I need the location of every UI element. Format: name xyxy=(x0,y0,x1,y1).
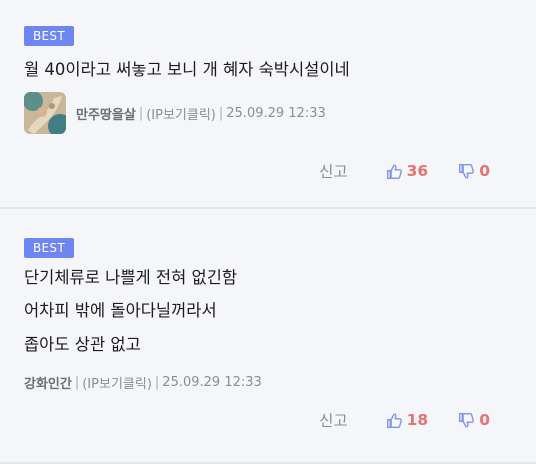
thumbs-down-icon xyxy=(459,163,475,179)
comment-item: BEST 단기체류로 나쁠게 전혀 없긴함 어차피 밖에 돌아다닐꺼라서 좁아도… xyxy=(0,209,536,464)
comment-date: 25.09.29 12:33 xyxy=(162,375,262,390)
user-avatar[interactable] xyxy=(24,92,66,134)
comment-meta: 강화인간 | (IP보기클릭) | 25.09.29 12:33 xyxy=(24,373,262,392)
comment-meta: 만주땅을살 | (IP보기클릭) | 25.09.29 12:33 xyxy=(24,92,326,134)
user-nickname[interactable]: 만주땅을살 xyxy=(76,104,136,123)
comment-actions: 신고 18 0 xyxy=(319,409,490,431)
meta-separator: | xyxy=(154,375,160,390)
ip-view-link[interactable]: (IP보기클릭) xyxy=(146,104,216,123)
thumbs-up-icon xyxy=(386,163,402,179)
user-nickname[interactable]: 강화인간 xyxy=(24,373,72,392)
thumbs-down-icon xyxy=(459,412,475,428)
best-badge: BEST xyxy=(24,238,74,258)
dislike-count: 0 xyxy=(479,162,490,180)
like-count: 36 xyxy=(406,162,429,180)
like-button[interactable]: 18 xyxy=(386,411,429,429)
comment-actions: 신고 36 0 xyxy=(319,160,490,182)
meta-separator: | xyxy=(218,105,224,121)
comment-date: 25.09.29 12:33 xyxy=(226,105,326,121)
dislike-button[interactable]: 0 xyxy=(458,162,490,180)
report-button[interactable]: 신고 xyxy=(319,409,348,431)
like-count: 18 xyxy=(406,411,429,429)
thumbs-up-icon xyxy=(386,412,402,428)
comment-item: BEST 월 40이라고 써놓고 보니 개 혜자 숙박시설이네 만주땅을살 | … xyxy=(0,0,536,207)
comment-text-line: 좁아도 상관 없고 xyxy=(24,335,141,354)
ip-view-link[interactable]: (IP보기클릭) xyxy=(82,373,152,392)
comment-text-line: 단기체류로 나쁠게 전혀 없긴함 xyxy=(24,268,238,287)
comment-text-line: 월 40이라고 써놓고 보니 개 혜자 숙박시설이네 xyxy=(24,60,350,79)
best-badge: BEST xyxy=(24,26,74,46)
comment-text-line: 어차피 밖에 돌아다닐꺼라서 xyxy=(24,301,217,320)
dislike-count: 0 xyxy=(479,411,490,429)
dislike-button[interactable]: 0 xyxy=(458,411,490,429)
meta-separator: | xyxy=(138,105,144,121)
report-button[interactable]: 신고 xyxy=(319,160,348,182)
meta-separator: | xyxy=(74,375,80,390)
like-button[interactable]: 36 xyxy=(386,162,429,180)
